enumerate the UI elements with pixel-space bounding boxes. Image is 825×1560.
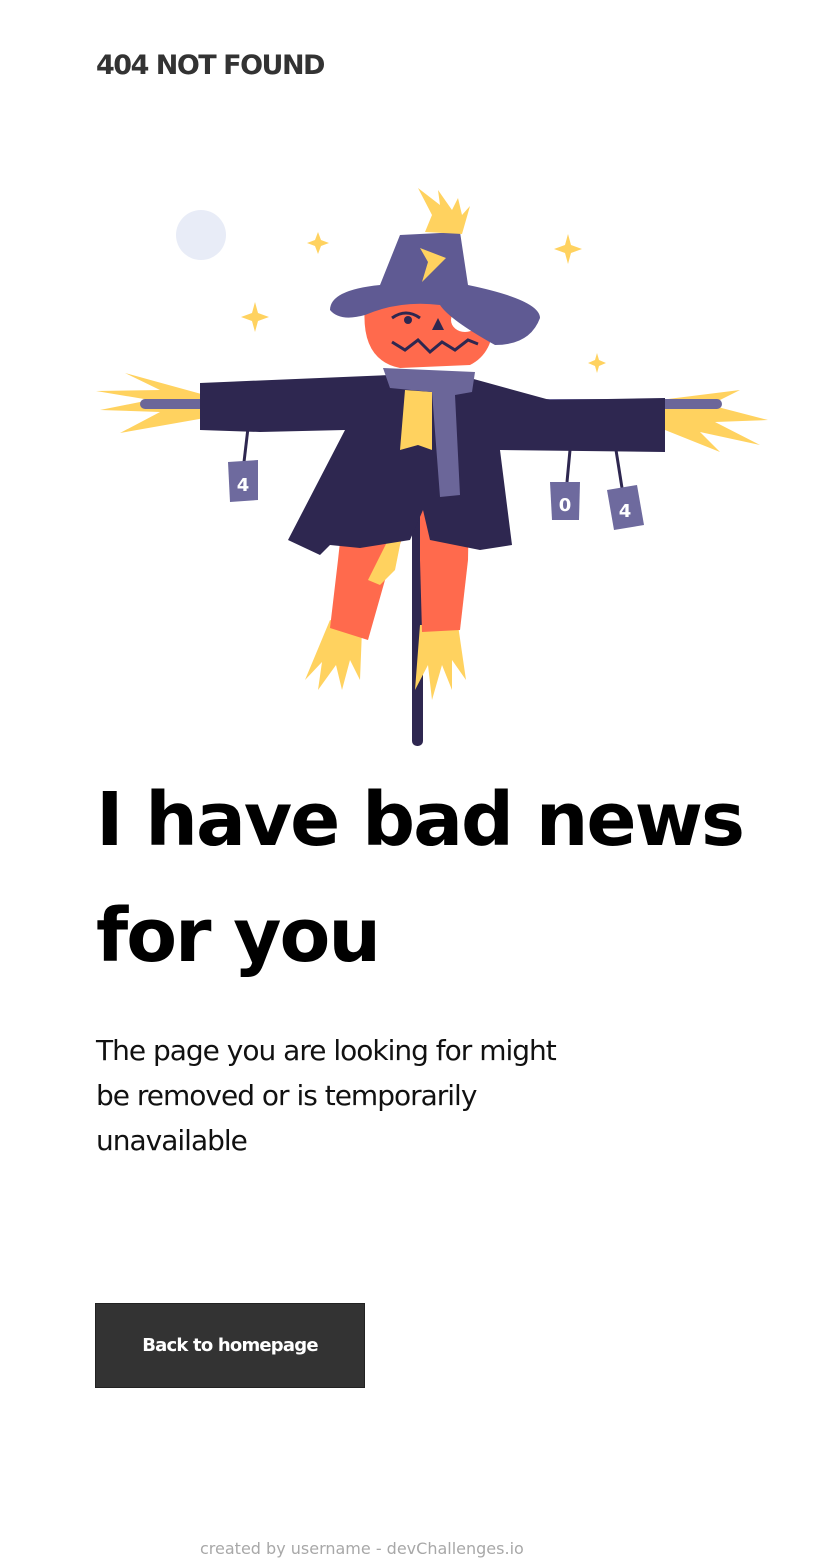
footer-credit: created by username - devChallenges.io xyxy=(200,1539,524,1558)
svg-text:0: 0 xyxy=(559,495,572,516)
feet-straw xyxy=(305,620,466,700)
moon-icon xyxy=(176,210,226,260)
back-to-homepage-button[interactable]: Back to homepage xyxy=(95,1303,365,1388)
scarecrow-illustration: 4 0 4 xyxy=(90,180,780,755)
svg-text:4: 4 xyxy=(619,501,632,522)
can-right: 4 xyxy=(607,485,644,530)
can-middle: 0 xyxy=(550,482,580,520)
page-description: The page you are looking for might be re… xyxy=(96,1034,557,1157)
svg-text:4: 4 xyxy=(237,475,250,496)
can-left: 4 xyxy=(228,460,258,502)
page-headline: I have bad news for you xyxy=(96,777,745,979)
brand-title: 404 NOT FOUND xyxy=(96,50,325,81)
